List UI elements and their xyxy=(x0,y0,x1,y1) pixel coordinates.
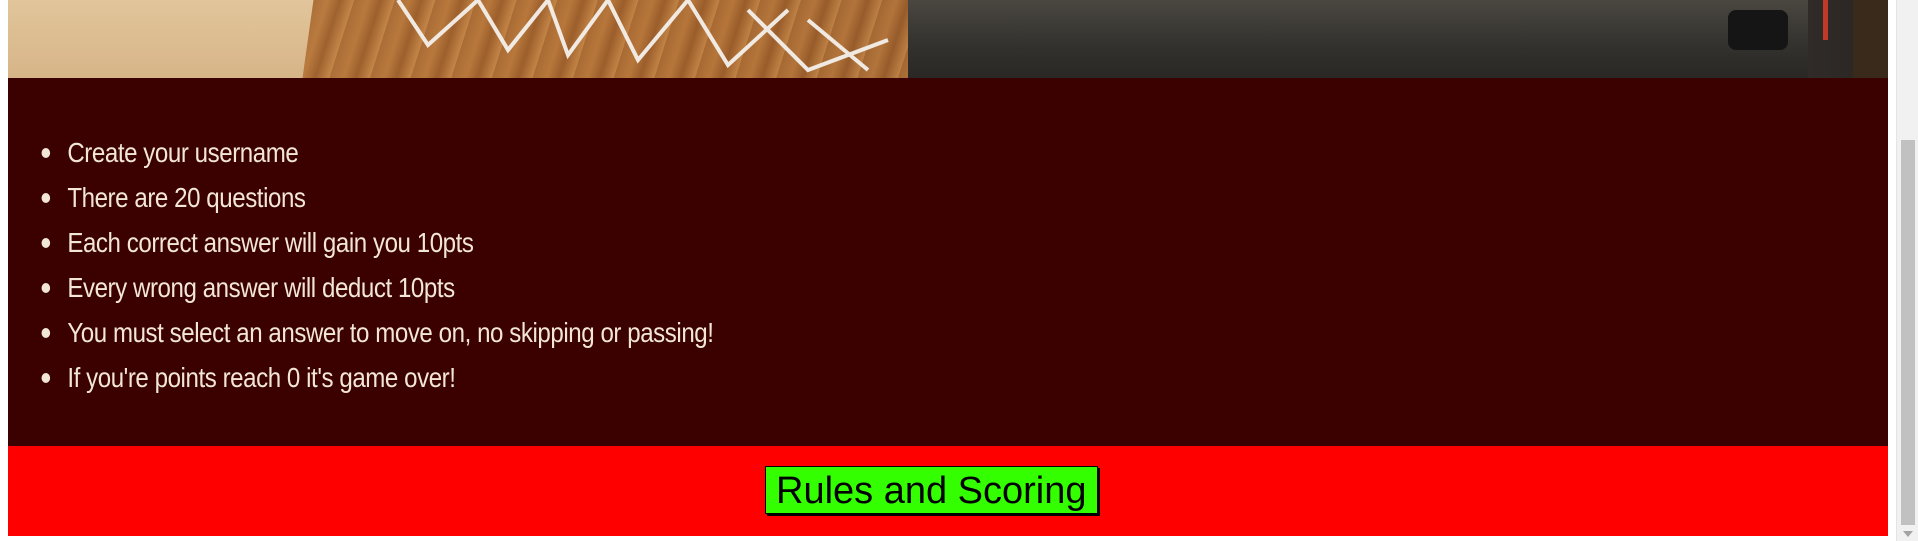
disc-bullet-icon xyxy=(41,373,51,383)
rule-item: Each correct answer will gain you 10pts xyxy=(41,220,713,265)
vertical-scrollbar[interactable] xyxy=(1896,0,1918,541)
disc-bullet-icon xyxy=(41,283,51,293)
quiz-page: Create your username There are 20 questi… xyxy=(0,0,1918,541)
rule-text: Every wrong answer will deduct 10pts xyxy=(67,272,455,303)
hero-image xyxy=(8,0,1888,78)
hero-post xyxy=(1853,0,1888,78)
rules-and-scoring-button[interactable]: Rules and Scoring xyxy=(765,466,1098,514)
footer-band: Rules and Scoring xyxy=(8,446,1888,536)
disc-bullet-icon xyxy=(41,328,51,338)
hero-ring-ropes xyxy=(396,0,1888,78)
rule-item: Every wrong answer will deduct 10pts xyxy=(41,265,713,310)
rule-item: You must select an answer to move on, no… xyxy=(41,310,714,355)
hero-red-cable xyxy=(1823,0,1828,40)
disc-bullet-icon xyxy=(41,148,51,158)
rule-item: If you're points reach 0 it's game over! xyxy=(41,355,713,400)
rules-list: Create your username There are 20 questi… xyxy=(8,130,714,400)
rule-item: There are 20 questions xyxy=(41,175,713,220)
rule-text: You must select an answer to move on, no… xyxy=(67,317,714,348)
rule-text: Each correct answer will gain you 10pts xyxy=(67,227,474,258)
rule-text: Create your username xyxy=(67,137,299,168)
scroll-down-arrow-icon[interactable] xyxy=(1903,531,1913,537)
rule-text: If you're points reach 0 it's game over! xyxy=(67,362,456,393)
rule-item: Create your username xyxy=(41,130,713,175)
scrollbar-thumb[interactable] xyxy=(1901,140,1915,525)
rules-section: Create your username There are 20 questi… xyxy=(8,78,1888,446)
page-content: Create your username There are 20 questi… xyxy=(8,0,1888,541)
disc-bullet-icon xyxy=(41,193,51,203)
hero-turnbuckle xyxy=(1728,10,1788,50)
disc-bullet-icon xyxy=(41,238,51,248)
rule-text: There are 20 questions xyxy=(67,182,306,213)
